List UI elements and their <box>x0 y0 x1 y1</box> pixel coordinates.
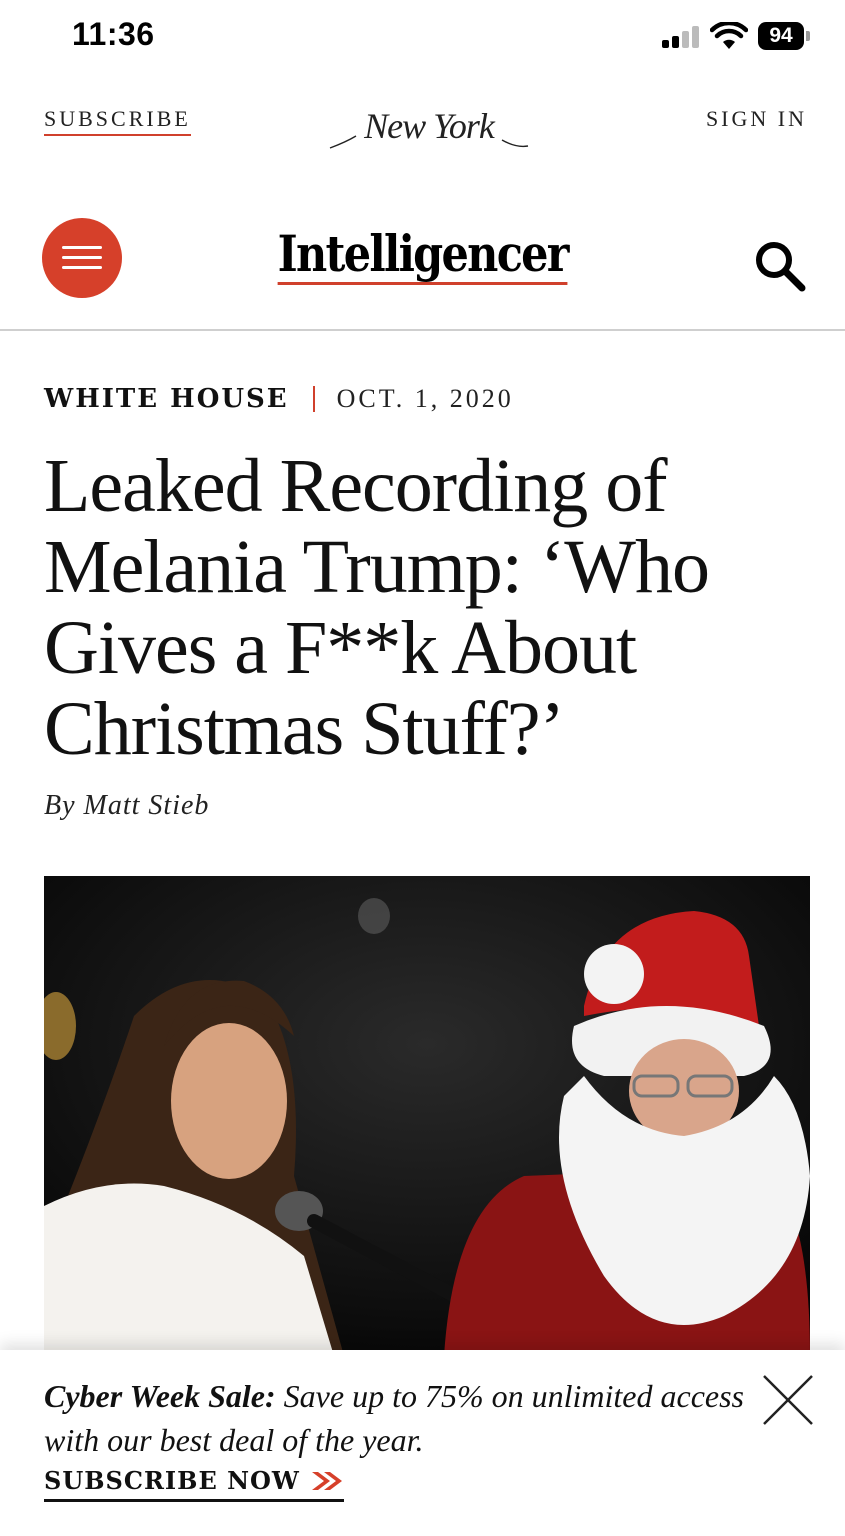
byline-prefix: By <box>44 790 76 821</box>
section-logo-container: Intelligencer <box>0 226 845 285</box>
status-bar: 11:36 94 <box>0 0 845 72</box>
site-header: Intelligencer <box>0 210 845 310</box>
wifi-icon <box>710 22 748 49</box>
meta-separator <box>312 386 315 412</box>
top-links-row: SUBSCRIBE New York SIGN IN <box>0 90 845 150</box>
promo-text: Cyber Week Sale: Save up to 75% on unlim… <box>44 1374 744 1462</box>
sign-in-link[interactable]: SIGN IN <box>706 106 807 132</box>
close-icon[interactable] <box>760 1372 816 1428</box>
header-divider <box>0 329 845 331</box>
search-icon[interactable] <box>750 236 810 296</box>
publish-date: OCT. 1, 2020 <box>336 384 514 413</box>
author-link[interactable]: Matt Stieb <box>84 790 210 821</box>
subscribe-now-label: SUBSCRIBE NOW <box>44 1466 300 1495</box>
new-york-magazine-logo[interactable]: New York <box>326 96 532 156</box>
status-time: 11:36 <box>72 16 155 52</box>
promo-lead: Cyber Week Sale: <box>44 1378 276 1414</box>
battery-icon: 94 <box>758 22 810 50</box>
subscribe-link[interactable]: SUBSCRIBE <box>44 106 191 136</box>
battery-level: 94 <box>758 22 804 50</box>
double-arrow-icon <box>311 1471 342 1490</box>
article-headline: Leaked Recording of Melania Trump: ‘Who … <box>44 444 710 771</box>
hero-photo <box>44 876 810 1356</box>
subscribe-now-button[interactable]: SUBSCRIBE NOW <box>44 1466 344 1502</box>
subscription-banner: Cyber Week Sale: Save up to 75% on unlim… <box>0 1350 845 1536</box>
article-meta: WHITE HOUSE OCT. 1, 2020 <box>44 381 514 417</box>
svg-text:New York: New York <box>363 106 496 146</box>
intelligencer-logo[interactable]: Intelligencer <box>277 226 569 285</box>
byline: By Matt Stieb <box>44 790 209 822</box>
rubric-link[interactable]: WHITE HOUSE <box>44 384 289 414</box>
cellular-signal-icon <box>662 26 702 48</box>
hero-image <box>44 876 810 1356</box>
